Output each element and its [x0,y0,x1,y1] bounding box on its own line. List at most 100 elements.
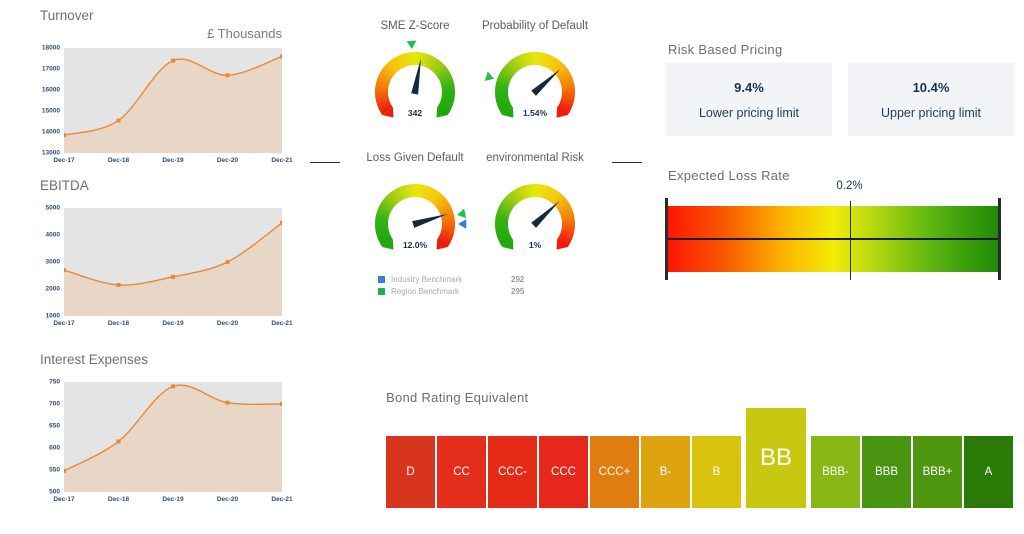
gauge-needle [531,69,561,96]
y-axis-tick: 500 [49,488,60,496]
gauge-sme-z-score[interactable]: SME Z-Score 342 [355,20,475,126]
gauge-loss-given-default-dial: 12.0% [355,166,475,258]
y-axis-tick: 550 [49,466,60,474]
interest-expenses-plot-area: 750 700 650 600 550 500 Dec-17 Dec-18 Dec-19 Dec-… [49,379,293,504]
ebitda-chart-title: EBITDA [40,178,89,193]
y-axis-tick: 16000 [41,86,60,94]
turnover-chart: Turnover £ Thousands 18000 17000 16000 1500… [36,8,296,165]
legend-item-industry-benchmark: Industry Benchmark 292 [378,273,568,285]
gauge-benchmark-marker [457,208,467,219]
expected-loss-rate-midline [668,238,998,240]
bond-rating-cell[interactable]: D [386,436,435,508]
interest-expenses-chart-title: Interest Expenses [40,352,149,367]
gauge-probability-of-default-dial: 1.54% [475,34,595,126]
chart-canvas [64,382,282,492]
gauge-benchmark-marker [484,71,495,81]
y-axis-tick: 18000 [41,44,60,52]
turnover-chart-title: Turnover [40,8,94,23]
x-axis-tick: Dec-17 [53,157,75,164]
bond-rating-cell[interactable]: B [692,436,741,508]
legend-value-region: 295 [511,286,525,296]
x-axis-tick: Dec-17 [53,320,75,327]
bond-rating-cell[interactable]: BB [746,408,806,508]
lower-pricing-limit-value: 9.4% [734,79,764,95]
expected-loss-rate-left-tick [665,198,668,280]
y-axis-tick: 2000 [45,285,60,293]
x-axis-tick: Dec-18 [107,320,130,327]
x-axis-tick: Dec-18 [107,496,130,503]
y-axis-tick: 4000 [45,231,60,239]
gauge-environmental-risk-label: environmental Risk [486,152,584,164]
gauge-environmental-risk[interactable]: environmental Risk 1% [475,152,595,258]
lower-pricing-limit-card: 9.4% Lower pricing limit [666,63,832,136]
expected-loss-rate-bar: 0.2% [660,180,1010,288]
gauge-loss-given-default-label: Loss Given Default [366,152,464,164]
chart-canvas [64,208,282,316]
upper-pricing-limit-card: 10.4% Upper pricing limit [848,63,1014,136]
bond-rating-cell[interactable]: CCC [539,436,588,508]
gauge-sme-z-score-label: SME Z-Score [380,20,450,32]
ebitda-plot-area: 5000 4000 3000 2000 1000 Dec-17 Dec-18 Dec-19 De… [46,205,293,328]
x-axis-tick: Dec-21 [271,157,293,164]
left-divider [310,162,340,163]
credit-risk-dashboard: Turnover £ Thousands 18000 17000 16000 1500… [0,0,1024,534]
gauge-environmental-risk-value: 1% [528,240,542,250]
bond-rating-scale: D CC CCC- CCC CCC+ B- B BB BBB- BBB BBB+ A [386,404,1015,508]
expected-loss-rate-right-tick [998,198,1001,280]
x-axis-tick: Dec-17 [53,496,75,503]
bond-rating-cell[interactable]: BBB+ [913,436,962,508]
x-axis-tick: Dec-19 [162,157,184,164]
legend-swatch-industry [378,275,385,283]
gauge-benchmark-marker [458,219,467,229]
bond-rating-cell[interactable]: CCC+ [590,436,639,508]
upper-pricing-limit-caption: Upper pricing limit [880,105,982,120]
y-axis-tick: 650 [49,422,60,430]
bond-rating-cell[interactable]: B- [641,436,690,508]
gauge-probability-of-default[interactable]: Probability of Default 1.54% [475,20,595,126]
benchmark-legend: Industry Benchmark 292 Region Benchmark … [378,273,568,297]
legend-value-industry: 292 [511,274,525,284]
gauge-sme-z-score-dial: 342 [355,34,475,126]
x-axis-tick: Dec-20 [216,157,239,164]
right-divider [612,162,642,163]
legend-item-region-benchmark: Region Benchmark 295 [378,285,568,297]
y-axis-tick: 14000 [41,128,60,136]
gauge-probability-of-default-label: Probability of Default [481,20,589,32]
bond-rating-cell[interactable]: BBB [862,436,911,508]
x-axis-tick: Dec-21 [271,320,293,327]
x-axis-tick: Dec-21 [271,496,293,503]
expected-loss-rate-marker [849,201,852,280]
y-axis-tick: 17000 [41,65,60,73]
turnover-plot-area: 18000 17000 16000 15000 14000 13000 Dec-17 Dec-… [42,45,293,165]
bond-rating-cell[interactable]: CCC- [488,436,537,508]
risk-based-pricing-cards: 9.4% Lower pricing limit 10.4% Upper pri… [666,63,1014,136]
legend-label-region: Region Benchmark [391,286,460,296]
bond-rating-cell[interactable]: BBB- [811,436,860,508]
x-axis-tick: Dec-19 [162,496,184,503]
bond-rating-title: Bond Rating Equivalent [386,390,529,405]
x-axis-tick: Dec-19 [162,320,184,327]
bond-rating-cell[interactable]: A [964,436,1013,508]
ebitda-chart: EBITDA 5000 4000 3000 2000 1000 Dec-17 Dec-18 D… [36,178,296,328]
interest-expenses-chart: Interest Expenses 750 700 650 600 550 500 Dec-… [36,352,296,504]
gauge-loss-given-default-value: 12.0% [402,240,428,250]
gauge-loss-given-default[interactable]: Loss Given Default 12.0% [355,152,475,258]
bond-rating-cell[interactable]: CC [437,436,486,508]
risk-based-pricing-title: Risk Based Pricing [668,42,783,57]
y-axis-tick: 15000 [41,107,60,115]
x-axis-tick: Dec-18 [107,157,130,164]
legend-label-industry: Industry Benchmark [391,274,463,284]
legend-swatch-region [378,287,385,295]
gauge-environmental-risk-dial: 1% [475,166,595,258]
gauge-needle [531,200,560,228]
chart-canvas [64,48,282,153]
y-axis-tick: 13000 [41,149,60,157]
lower-pricing-limit-caption: Lower pricing limit [698,105,800,120]
y-axis-tick: 5000 [45,204,60,212]
expected-loss-rate-title: Expected Loss Rate [668,168,790,183]
y-axis-tick: 750 [49,378,60,386]
upper-pricing-limit-value: 10.4% [912,79,950,95]
gauge-benchmark-marker [406,40,417,50]
gauge-probability-of-default-value: 1.54% [522,108,548,118]
y-axis-tick: 1000 [45,312,60,320]
